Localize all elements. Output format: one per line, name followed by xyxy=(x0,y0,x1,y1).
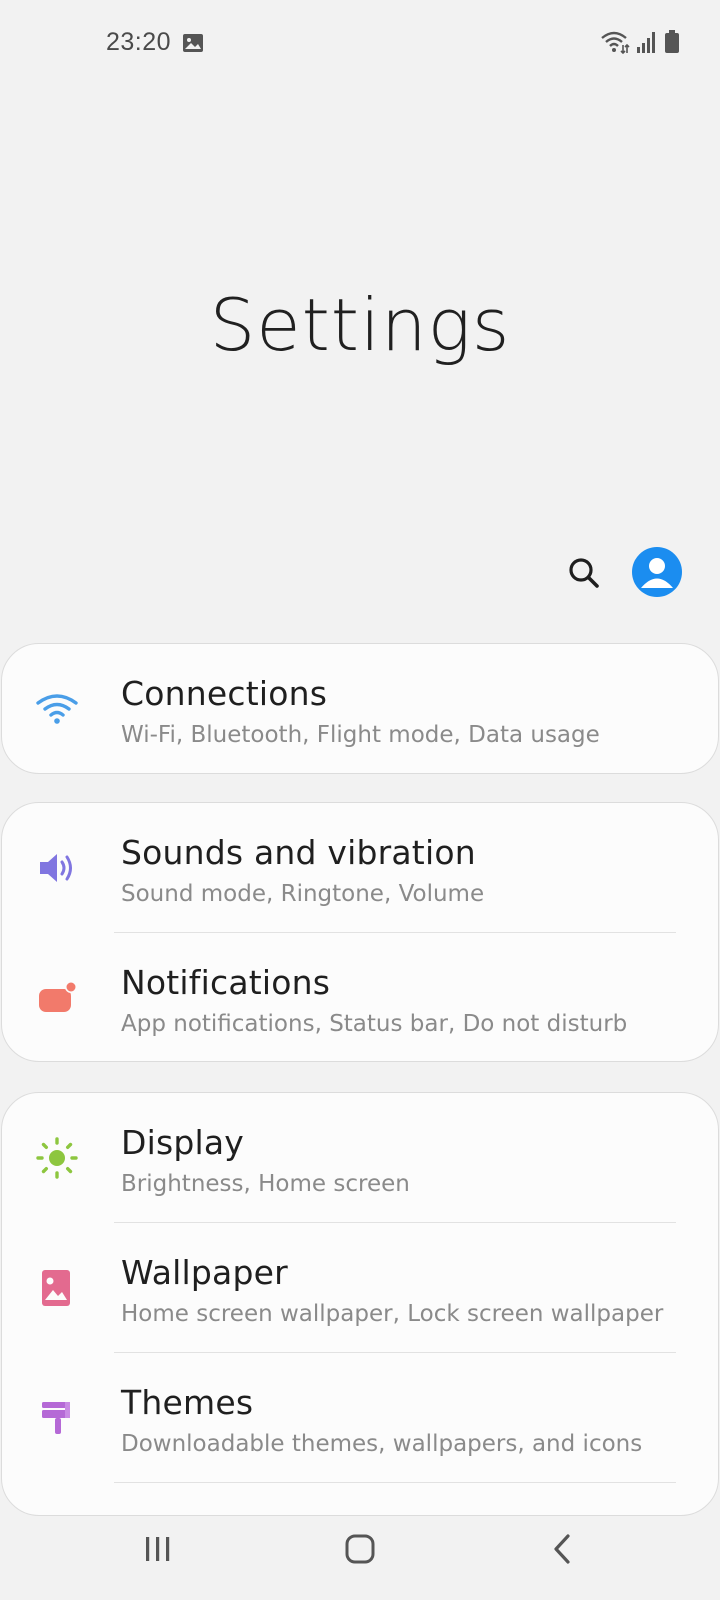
account-icon[interactable] xyxy=(632,547,682,597)
settings-item-connections[interactable]: Connections Wi-Fi, Bluetooth, Flight mod… xyxy=(2,644,718,773)
recent-apps-icon[interactable] xyxy=(143,1534,173,1564)
picture-icon xyxy=(42,1270,70,1306)
settings-item-subtitle: Downloadable themes, wallpapers, and ico… xyxy=(121,1431,643,1457)
wifi-icon xyxy=(36,694,78,724)
settings-item-subtitle: Brightness, Home screen xyxy=(121,1171,410,1197)
settings-item-subtitle: App notifications, Status bar, Do not di… xyxy=(121,1011,628,1037)
back-icon[interactable] xyxy=(550,1532,574,1566)
wifi-icon xyxy=(601,31,630,54)
settings-item-subtitle: Sound mode, Ringtone, Volume xyxy=(121,881,485,907)
settings-item-title: Connections xyxy=(121,674,328,713)
settings-group-display: Display Brightness, Home screen Wallpape… xyxy=(1,1092,719,1516)
settings-item-subtitle: Wi-Fi, Bluetooth, Flight mode, Data usag… xyxy=(121,722,600,748)
settings-item-title: Display xyxy=(121,1123,245,1162)
navigation-bar xyxy=(0,1516,720,1600)
home-icon[interactable] xyxy=(343,1532,377,1566)
settings-item-sounds[interactable]: Sounds and vibration Sound mode, Rington… xyxy=(2,803,718,933)
status-time: 23:20 xyxy=(106,28,172,56)
settings-item-title: Notifications xyxy=(121,963,331,1002)
notification-icon xyxy=(39,981,77,1012)
search-icon[interactable] xyxy=(562,551,606,595)
settings-item-title: Sounds and vibration xyxy=(121,833,476,872)
avatar-glyph xyxy=(641,558,673,588)
settings-item-display[interactable]: Display Brightness, Home screen xyxy=(2,1093,718,1223)
settings-item-title: Themes xyxy=(121,1383,254,1422)
brush-icon xyxy=(42,1402,70,1434)
signal-icon xyxy=(637,32,655,53)
settings-item-subtitle: Home screen wallpaper, Lock screen wallp… xyxy=(121,1301,664,1327)
settings-item-notifications[interactable]: Notifications App notifications, Status … xyxy=(2,933,718,1061)
settings-group-sound-notifications: Sounds and vibration Sound mode, Rington… xyxy=(1,802,719,1062)
settings-item-themes[interactable]: Themes Downloadable themes, wallpapers, … xyxy=(2,1353,718,1483)
battery-icon xyxy=(665,30,679,53)
speaker-icon xyxy=(40,854,72,882)
status-icons xyxy=(600,30,680,54)
status-bar: 23:20 xyxy=(0,0,720,90)
settings-item-wallpaper[interactable]: Wallpaper Home screen wallpaper, Lock sc… xyxy=(2,1223,718,1353)
divider xyxy=(114,1482,676,1483)
settings-item-title: Wallpaper xyxy=(121,1253,288,1292)
sun-icon xyxy=(36,1137,78,1179)
page-title: Settings xyxy=(209,283,511,367)
gallery-icon xyxy=(183,34,203,52)
settings-group-connections: Connections Wi-Fi, Bluetooth, Flight mod… xyxy=(1,643,719,774)
